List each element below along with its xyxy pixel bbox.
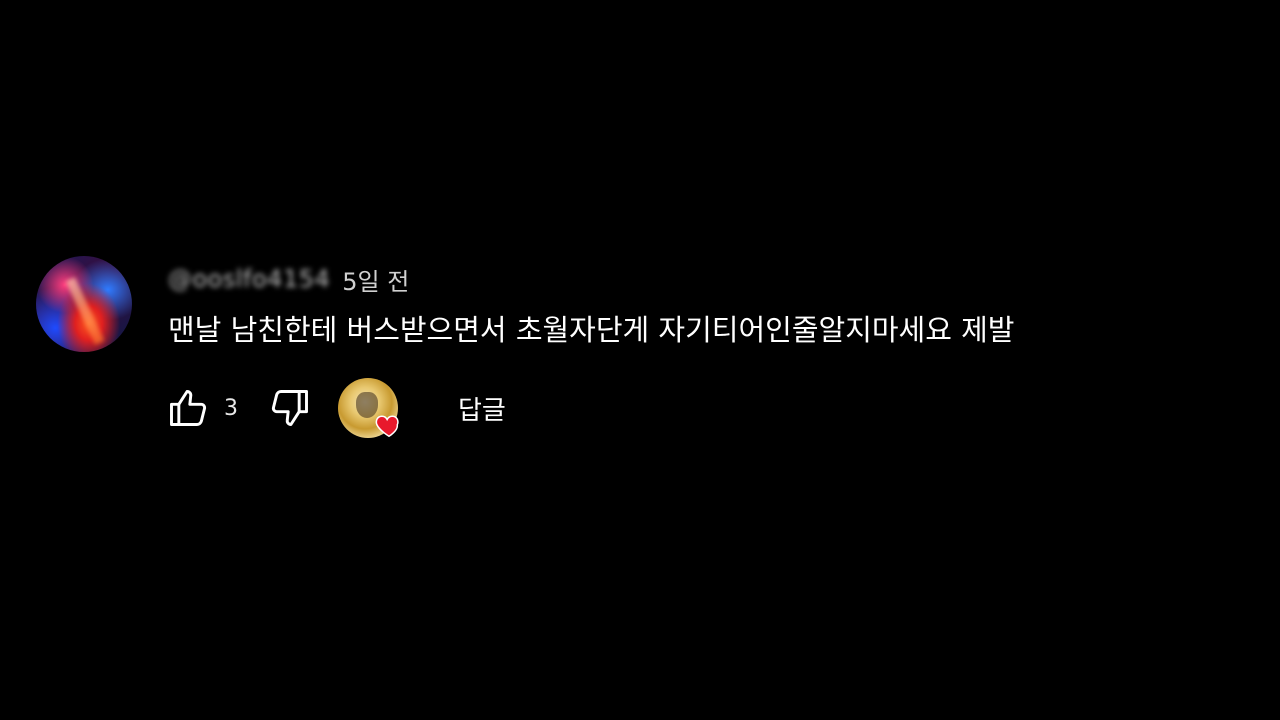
- author-username[interactable]: @ooslfo4154: [168, 265, 330, 293]
- thumbs-down-icon: [271, 390, 308, 426]
- heart-icon: [375, 415, 399, 438]
- comment-thread: @ooslfo4154 5일 전 맨날 남친한테 버스받으면서 초월자단게 자기…: [36, 256, 1256, 446]
- comment-header: @ooslfo4154 5일 전: [168, 262, 409, 296]
- comment-text: 맨날 남친한테 버스받으면서 초월자단게 자기티어인줄알지마세요 제발: [168, 313, 1015, 347]
- like-button[interactable]: [166, 386, 210, 430]
- comment-actions: 3 답글: [166, 376, 506, 440]
- dislike-button[interactable]: [268, 386, 312, 430]
- author-avatar[interactable]: [36, 256, 132, 352]
- like-count: 3: [224, 395, 238, 421]
- comment-timestamp[interactable]: 5일 전: [342, 262, 409, 297]
- reply-button[interactable]: 답글: [458, 390, 506, 427]
- creator-heart-badge: [338, 376, 402, 440]
- thumbs-up-icon: [170, 390, 207, 426]
